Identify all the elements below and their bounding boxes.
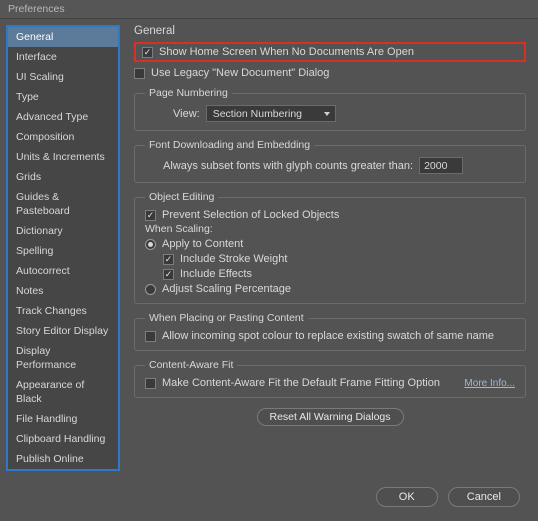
sidebar-item-advanced-type[interactable]: Advanced Type (8, 107, 118, 127)
sidebar-item-dictionary[interactable]: Dictionary (8, 221, 118, 241)
subset-fonts-input[interactable] (419, 157, 463, 174)
highlight-annotation: Show Home Screen When No Documents Are O… (134, 42, 526, 62)
dialog-footer: OK Cancel (0, 477, 538, 521)
sidebar-item-display-performance[interactable]: Display Performance (8, 341, 118, 375)
page-numbering-legend: Page Numbering (145, 87, 232, 99)
subset-fonts-label: Always subset fonts with glyph counts gr… (163, 160, 413, 172)
cancel-button[interactable]: Cancel (448, 487, 520, 507)
content-aware-group: Content-Aware Fit Make Content-Aware Fit… (134, 359, 526, 398)
sidebar-item-appearance-of-black[interactable]: Appearance of Black (8, 375, 118, 409)
sidebar-item-composition[interactable]: Composition (8, 127, 118, 147)
adjust-scaling-label: Adjust Scaling Percentage (162, 283, 291, 295)
sidebar-item-type[interactable]: Type (8, 87, 118, 107)
sidebar-item-track-changes[interactable]: Track Changes (8, 301, 118, 321)
content-aware-legend: Content-Aware Fit (145, 359, 237, 371)
sidebar-item-grids[interactable]: Grids (8, 167, 118, 187)
sidebar-item-general[interactable]: General (8, 27, 118, 47)
legacy-new-doc-label: Use Legacy "New Document" Dialog (151, 67, 329, 79)
include-effects-label: Include Effects (180, 268, 252, 280)
preferences-window: Preferences GeneralInterfaceUI ScalingTy… (0, 0, 538, 514)
prevent-selection-checkbox[interactable] (145, 210, 156, 221)
general-panel: General Show Home Screen When No Documen… (120, 19, 538, 477)
object-editing-group: Object Editing Prevent Selection of Lock… (134, 191, 526, 304)
sidebar-item-guides-pasteboard[interactable]: Guides & Pasteboard (8, 187, 118, 221)
allow-incoming-label: Allow incoming spot colour to replace ex… (162, 330, 494, 342)
view-select[interactable]: Section Numbering (206, 105, 336, 122)
ok-button[interactable]: OK (376, 487, 438, 507)
panel-heading: General (134, 25, 526, 37)
show-home-screen-label: Show Home Screen When No Documents Are O… (159, 46, 414, 58)
reset-dialogs-button[interactable]: Reset All Warning Dialogs (257, 408, 404, 426)
window-title: Preferences (0, 0, 538, 19)
legacy-new-doc-checkbox[interactable] (134, 68, 145, 79)
adjust-scaling-radio[interactable] (145, 284, 156, 295)
sidebar-item-units-increments[interactable]: Units & Increments (8, 147, 118, 167)
window-body: GeneralInterfaceUI ScalingTypeAdvanced T… (0, 19, 538, 477)
more-info-link[interactable]: More Info... (464, 378, 515, 389)
sidebar-item-notes[interactable]: Notes (8, 281, 118, 301)
page-numbering-group: Page Numbering View: Section Numbering (134, 87, 526, 131)
sidebar-item-spelling[interactable]: Spelling (8, 241, 118, 261)
apply-to-content-radio[interactable] (145, 239, 156, 250)
make-caf-default-checkbox[interactable] (145, 378, 156, 389)
placing-legend: When Placing or Pasting Content (145, 312, 308, 324)
category-sidebar: GeneralInterfaceUI ScalingTypeAdvanced T… (6, 25, 120, 471)
object-editing-legend: Object Editing (145, 191, 218, 203)
sidebar-item-file-handling[interactable]: File Handling (8, 409, 118, 429)
sidebar-item-clipboard-handling[interactable]: Clipboard Handling (8, 429, 118, 449)
show-home-screen-checkbox[interactable] (142, 47, 153, 58)
when-scaling-label: When Scaling: (145, 223, 515, 235)
sidebar-item-story-editor-display[interactable]: Story Editor Display (8, 321, 118, 341)
allow-incoming-checkbox[interactable] (145, 331, 156, 342)
font-download-legend: Font Downloading and Embedding (145, 139, 314, 151)
view-label: View: (173, 108, 200, 120)
prevent-selection-label: Prevent Selection of Locked Objects (162, 209, 339, 221)
sidebar-item-interface[interactable]: Interface (8, 47, 118, 67)
make-caf-default-label: Make Content-Aware Fit the Default Frame… (162, 377, 440, 389)
sidebar-item-ui-scaling[interactable]: UI Scaling (8, 67, 118, 87)
apply-to-content-label: Apply to Content (162, 238, 243, 250)
sidebar-item-autocorrect[interactable]: Autocorrect (8, 261, 118, 281)
include-stroke-checkbox[interactable] (163, 254, 174, 265)
include-effects-checkbox[interactable] (163, 269, 174, 280)
include-stroke-label: Include Stroke Weight (180, 253, 287, 265)
font-download-group: Font Downloading and Embedding Always su… (134, 139, 526, 183)
sidebar-item-publish-online[interactable]: Publish Online (8, 449, 118, 469)
placing-group: When Placing or Pasting Content Allow in… (134, 312, 526, 351)
